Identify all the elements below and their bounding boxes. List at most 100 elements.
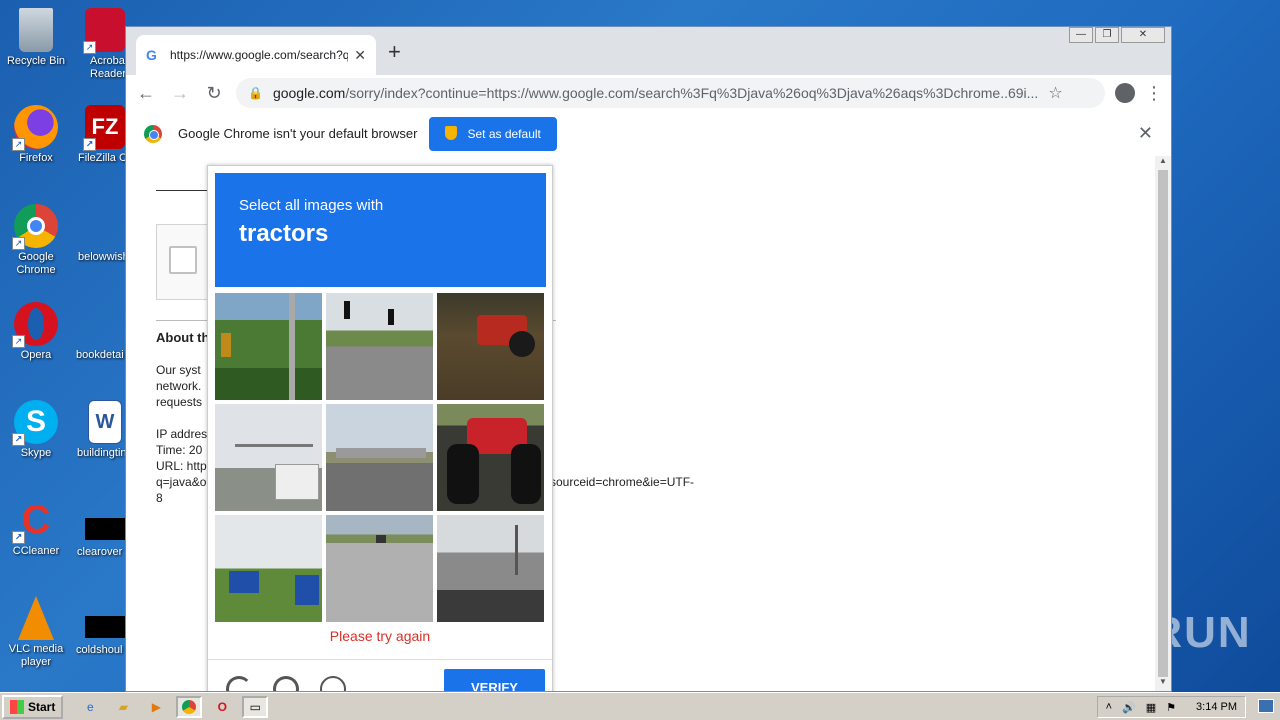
- tab-bar: G https://www.google.com/search?q= ✕ + —…: [126, 27, 1171, 75]
- close-tab-icon[interactable]: ✕: [354, 47, 366, 64]
- desktop-icon-opera[interactable]: ↗ Opera: [1, 302, 71, 362]
- desktop-icon-chrome[interactable]: ↗ Google Chrome: [1, 204, 71, 277]
- toolbar: ← → ↻ 🔒 google.com /sorry/index?continue…: [126, 75, 1171, 111]
- lock-icon: 🔒: [248, 86, 263, 100]
- black-file-icon: [85, 518, 125, 540]
- chrome-icon: ↗: [12, 204, 58, 250]
- url-domain: google.com: [272, 85, 346, 101]
- opera-taskbar-icon[interactable]: O: [209, 696, 235, 718]
- media-player-icon[interactable]: ▶: [143, 696, 169, 718]
- start-button[interactable]: Start: [2, 694, 64, 719]
- image-tile[interactable]: [437, 293, 544, 400]
- active-tab[interactable]: G https://www.google.com/search?q= ✕: [136, 35, 376, 75]
- chrome-logo-icon: [144, 124, 162, 143]
- back-button[interactable]: ←: [134, 81, 158, 105]
- document-icon: [83, 302, 127, 346]
- acrobat-icon: ↗: [83, 8, 125, 54]
- url-tail-2: 8: [156, 491, 163, 505]
- network-icon[interactable]: ▦: [1146, 701, 1156, 714]
- menu-kebab-icon[interactable]: ⋮: [1145, 83, 1163, 104]
- desktop-icon-vlc[interactable]: VLC media player: [1, 596, 71, 669]
- firefox-icon: ↗: [12, 105, 58, 151]
- desktop-icon-firefox[interactable]: ↗ Firefox: [1, 105, 71, 165]
- verify-button[interactable]: VERIFY: [444, 669, 545, 691]
- scroll-thumb[interactable]: [1158, 170, 1168, 677]
- recaptcha-challenge: Select all images with tractors Please t…: [207, 165, 553, 691]
- desktop-icon-skype[interactable]: S ↗ Skype: [1, 400, 71, 460]
- close-infobar-icon[interactable]: ✕: [1138, 123, 1153, 144]
- set-default-button[interactable]: Set as default: [429, 116, 557, 151]
- close-window-button[interactable]: ✕: [1121, 27, 1165, 43]
- volume-icon[interactable]: 🔊: [1122, 701, 1136, 714]
- info-icon[interactable]: [320, 676, 346, 691]
- url-line: URL: http: [156, 459, 207, 473]
- vlc-icon: [18, 596, 54, 640]
- about-heading: About th: [156, 330, 210, 345]
- restore-button[interactable]: ❐: [1095, 27, 1119, 43]
- body-line: network.: [156, 379, 202, 393]
- infobar-message: Google Chrome isn't your default browser: [178, 126, 418, 141]
- image-grid: [215, 293, 546, 622]
- chrome-window: G https://www.google.com/search?q= ✕ + —…: [125, 26, 1172, 692]
- bookmark-star-icon[interactable]: ☆: [1048, 83, 1062, 103]
- image-tile[interactable]: [326, 515, 433, 622]
- challenge-footer: VERIFY: [208, 659, 552, 691]
- ie-icon[interactable]: e: [77, 696, 103, 718]
- recaptcha-checkbox[interactable]: [169, 246, 197, 274]
- scroll-up-icon[interactable]: ▲: [1155, 156, 1171, 170]
- folder-icon[interactable]: ▰: [110, 696, 136, 718]
- word-icon: W: [88, 400, 122, 444]
- tab-title: https://www.google.com/search?q=: [170, 48, 349, 62]
- flag-icon[interactable]: ⚑: [1166, 701, 1176, 714]
- windows-logo-icon: [10, 699, 24, 714]
- desktop-icon-ccleaner[interactable]: C ↗ CCleaner: [1, 498, 71, 558]
- address-bar[interactable]: 🔒 google.com /sorry/index?continue=https…: [236, 78, 1105, 108]
- url-tail: sourceid=chrome&ie=UTF-: [550, 475, 695, 489]
- image-tile[interactable]: [326, 404, 433, 511]
- body-line: Our syst: [156, 363, 201, 377]
- new-tab-button[interactable]: +: [388, 39, 401, 65]
- minimize-button[interactable]: —: [1069, 27, 1093, 43]
- tray-expand-icon[interactable]: ˄: [1106, 701, 1112, 713]
- skype-icon: S ↗: [12, 400, 58, 446]
- ccleaner-icon: C ↗: [12, 498, 58, 544]
- vertical-scrollbar[interactable]: ▲ ▼: [1155, 156, 1171, 691]
- image-tile[interactable]: [215, 515, 322, 622]
- default-browser-infobar: Google Chrome isn't your default browser…: [126, 111, 1171, 157]
- url-line-2: q=java&o: [156, 475, 207, 489]
- ip-line: IP addres: [156, 427, 208, 441]
- profile-avatar-icon[interactable]: [1115, 83, 1135, 103]
- error-message: Please try again: [329, 628, 431, 644]
- google-favicon-icon: G: [146, 47, 157, 63]
- system-tray: ˄ 🔊 ▦ ⚑ 3:14 PM: [1096, 696, 1246, 718]
- challenge-instruction: Select all images with: [239, 197, 384, 214]
- image-tile[interactable]: [215, 404, 322, 511]
- challenge-header: Select all images with tractors: [215, 173, 546, 287]
- filezilla-icon: FZ ↗: [83, 105, 125, 151]
- image-tile[interactable]: [215, 293, 322, 400]
- clock[interactable]: 3:14 PM: [1196, 701, 1237, 713]
- desktop-icon-recycle-bin[interactable]: Recycle Bin: [1, 8, 71, 68]
- document-icon: [83, 204, 127, 248]
- image-tile[interactable]: [437, 515, 544, 622]
- reload-challenge-icon[interactable]: [226, 676, 252, 691]
- body-line: requests: [156, 395, 203, 409]
- window-controls: — ❐ ✕: [1069, 27, 1165, 43]
- show-desktop-button[interactable]: [1258, 699, 1274, 713]
- time-line: Time: 20: [156, 443, 203, 457]
- audio-challenge-icon[interactable]: [273, 676, 299, 691]
- url-path: /sorry/index?continue=https://www.google…: [345, 85, 1039, 101]
- shield-icon: [445, 125, 458, 140]
- recycle-bin-icon: [19, 8, 53, 52]
- reload-button[interactable]: ↻: [202, 81, 226, 105]
- page-content: About th Our syst network. requests IP a…: [126, 156, 1156, 691]
- chrome-taskbar-icon[interactable]: [176, 695, 203, 718]
- notepad-taskbar-icon[interactable]: ▭: [242, 695, 269, 718]
- image-tile[interactable]: [326, 293, 433, 400]
- black-file-icon: [85, 616, 125, 638]
- image-tile[interactable]: [437, 404, 544, 511]
- challenge-target: tractors: [239, 220, 329, 247]
- scroll-down-icon[interactable]: ▼: [1155, 677, 1171, 691]
- taskbar: Start e ▰ ▶ O ▭ ˄ 🔊 ▦ ⚑ 3:14 PM: [0, 692, 1280, 720]
- forward-button[interactable]: →: [168, 81, 192, 105]
